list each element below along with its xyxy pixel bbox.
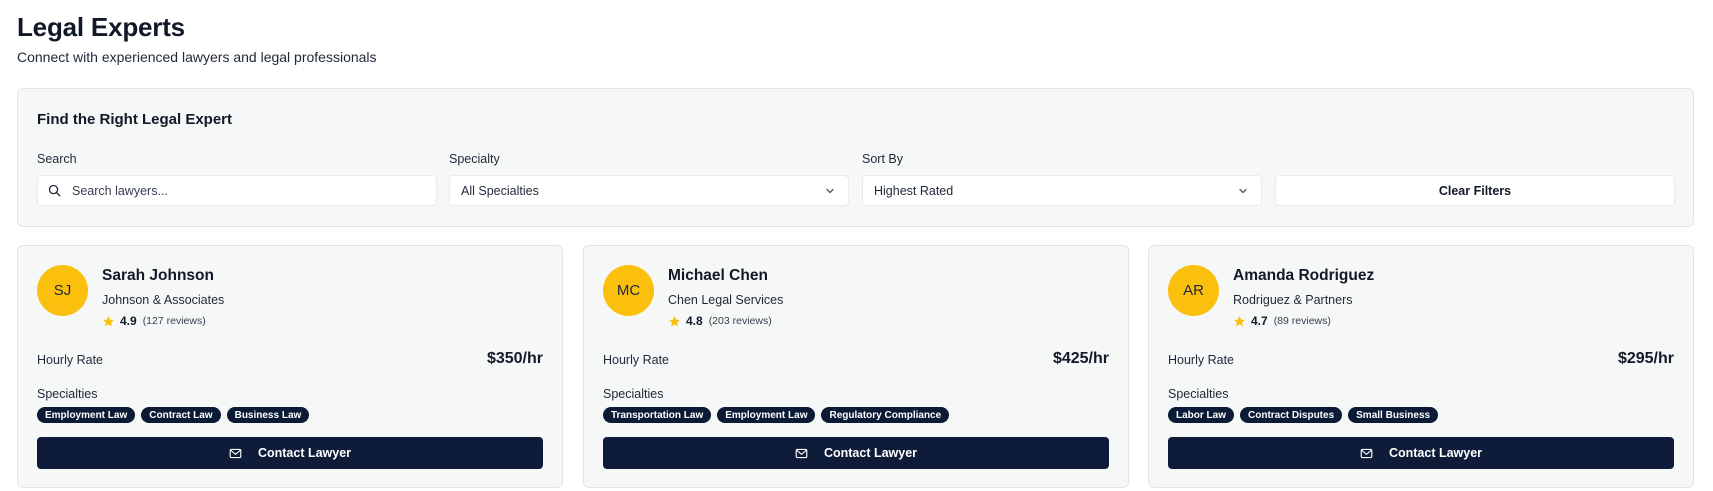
rating-value: 4.9 — [120, 314, 137, 328]
lawyer-rating: 4.7 (89 reviews) — [1233, 314, 1331, 328]
search-label: Search — [37, 152, 77, 166]
lawyer-firm: Johnson & Associates — [102, 293, 225, 307]
mail-icon — [795, 447, 808, 460]
review-count: (127 reviews) — [142, 315, 206, 327]
specialty-tag: Employment Law — [37, 407, 136, 423]
star-icon — [668, 315, 681, 328]
specialty-tag: Regulatory Compliance — [821, 407, 950, 423]
specialty-tag: Small Business — [1348, 407, 1439, 423]
lawyer-rating: 4.9 (127 reviews) — [102, 314, 206, 328]
specialties-label: Specialties — [1168, 387, 1229, 401]
hourly-rate-value: $425/hr — [1052, 350, 1109, 367]
rating-value: 4.7 — [1251, 314, 1268, 328]
review-count: (203 reviews) — [708, 315, 772, 327]
specialty-tag: Contract Disputes — [1240, 407, 1343, 423]
chevron-down-icon — [824, 185, 836, 197]
specialty-tags: Employment Law Contract Law Business Law — [37, 407, 310, 423]
sort-select-value: Highest Rated — [874, 183, 954, 198]
specialty-select[interactable]: All Specialties — [449, 175, 849, 206]
specialty-tags: Transportation Law Employment Law Regula… — [603, 407, 950, 423]
filter-panel: Find the Right Legal Expert Search Speci… — [17, 88, 1694, 227]
contact-lawyer-button[interactable]: Contact Lawyer — [37, 437, 543, 469]
rating-value: 4.8 — [686, 314, 703, 328]
specialty-select-value: All Specialties — [461, 183, 539, 198]
specialty-tag: Contract Law — [141, 407, 221, 423]
mail-icon — [1360, 447, 1373, 460]
specialty-label: Specialty — [449, 152, 500, 166]
specialty-tag: Employment Law — [717, 407, 816, 423]
contact-lawyer-button[interactable]: Contact Lawyer — [603, 437, 1109, 469]
lawyer-card: SJ Sarah Johnson Johnson & Associates 4.… — [17, 245, 563, 488]
specialty-tag: Business Law — [226, 407, 310, 423]
hourly-rate-value: $350/hr — [486, 350, 543, 367]
hourly-rate-label: Hourly Rate — [603, 353, 669, 367]
page-subtitle: Connect with experienced lawyers and leg… — [17, 49, 377, 65]
avatar: MC — [603, 265, 654, 316]
contact-lawyer-label: Contact Lawyer — [257, 446, 352, 460]
specialties-label: Specialties — [37, 387, 98, 401]
specialty-tag: Labor Law — [1168, 407, 1235, 423]
hourly-rate-label: Hourly Rate — [37, 353, 103, 367]
chevron-down-icon — [1237, 185, 1249, 197]
lawyer-rating: 4.8 (203 reviews) — [668, 314, 772, 328]
search-input[interactable]: Search lawyers... — [37, 175, 437, 206]
mail-icon — [229, 447, 242, 460]
sort-label: Sort By — [862, 152, 903, 166]
lawyer-firm: Chen Legal Services — [668, 293, 784, 307]
page-title: Legal Experts — [17, 12, 185, 42]
contact-lawyer-button[interactable]: Contact Lawyer — [1168, 437, 1674, 469]
review-count: (89 reviews) — [1273, 315, 1331, 327]
specialty-tags: Labor Law Contract Disputes Small Busine… — [1168, 407, 1439, 423]
filter-heading: Find the Right Legal Expert — [37, 111, 233, 128]
hourly-rate-value: $295/hr — [1617, 350, 1674, 367]
lawyer-name: Amanda Rodriguez — [1233, 267, 1375, 284]
hourly-rate-label: Hourly Rate — [1168, 353, 1234, 367]
lawyer-card: MC Michael Chen Chen Legal Services 4.8 … — [583, 245, 1129, 488]
sort-select[interactable]: Highest Rated — [862, 175, 1262, 206]
clear-filters-button[interactable]: Clear Filters — [1275, 175, 1675, 206]
star-icon — [1233, 315, 1246, 328]
lawyer-card: AR Amanda Rodriguez Rodriguez & Partners… — [1148, 245, 1694, 488]
specialties-label: Specialties — [603, 387, 664, 401]
search-placeholder: Search lawyers... — [72, 183, 168, 198]
contact-lawyer-label: Contact Lawyer — [823, 446, 918, 460]
avatar: AR — [1168, 265, 1219, 316]
star-icon — [102, 315, 115, 328]
avatar: SJ — [37, 265, 88, 316]
lawyer-name: Michael Chen — [668, 267, 768, 284]
contact-lawyer-label: Contact Lawyer — [1388, 446, 1483, 460]
lawyer-firm: Rodriguez & Partners — [1233, 293, 1353, 307]
lawyer-name: Sarah Johnson — [102, 267, 214, 284]
specialty-tag: Transportation Law — [603, 407, 712, 423]
search-icon — [48, 184, 61, 197]
